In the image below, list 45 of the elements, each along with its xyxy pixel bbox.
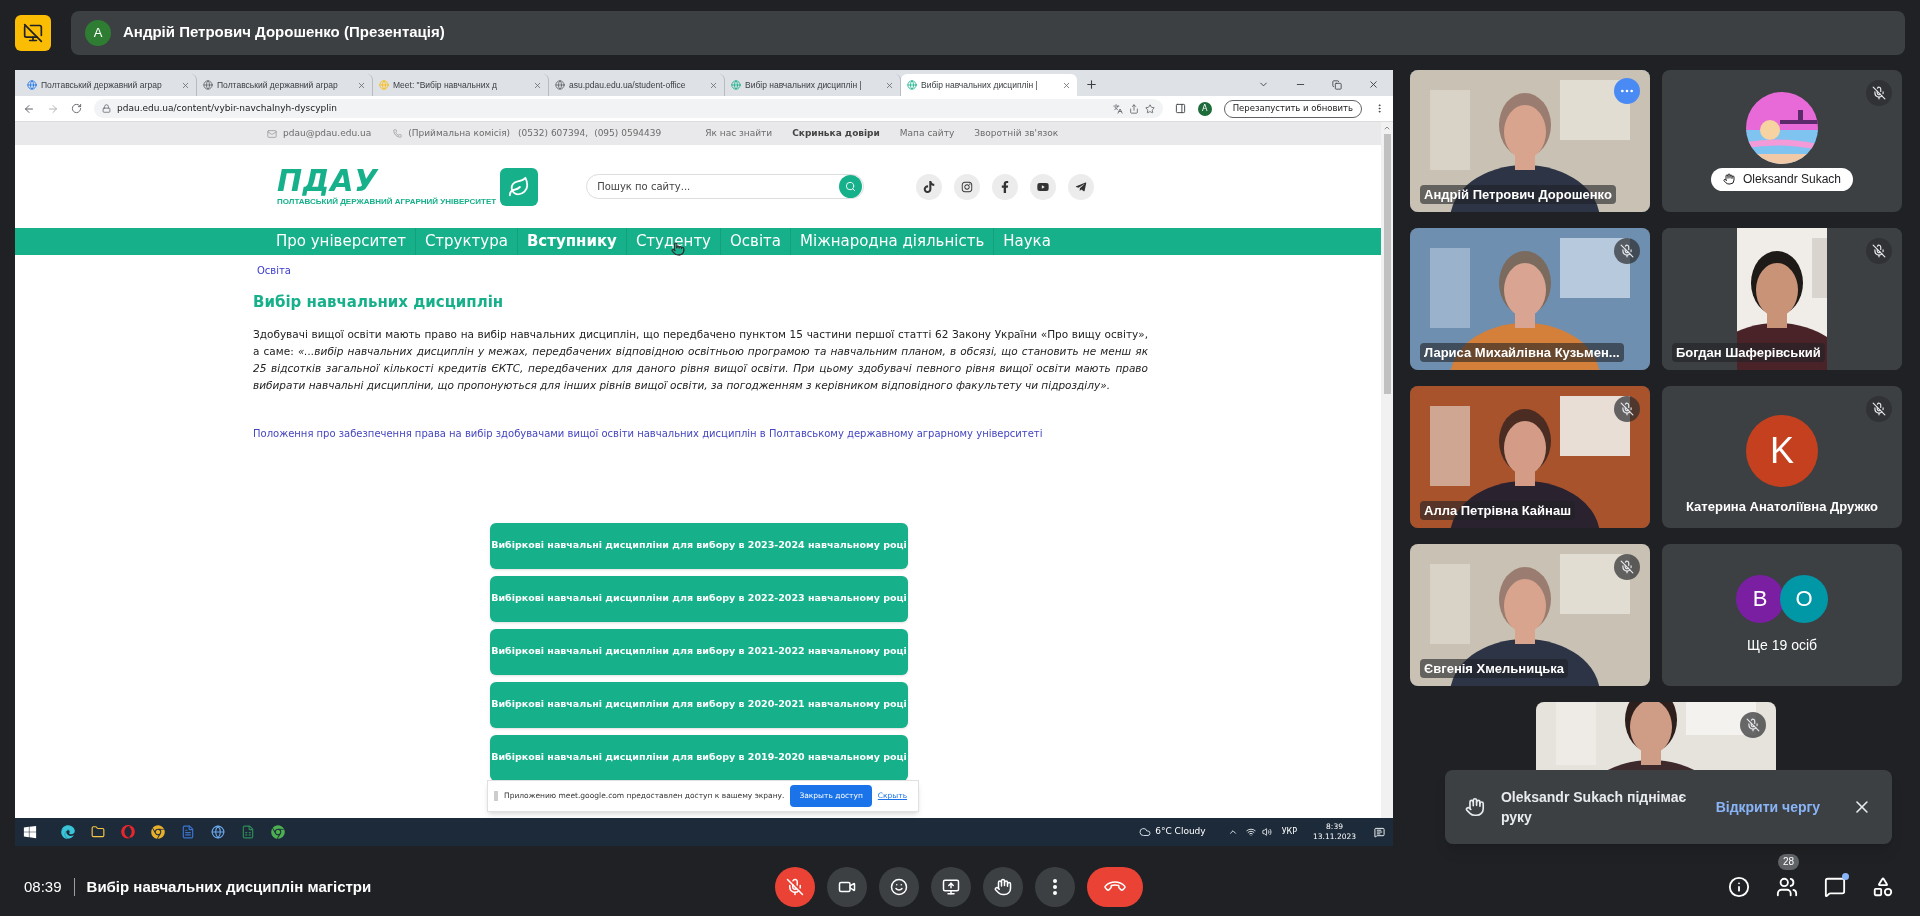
participant-name: Oleksandr Sukach (1742, 171, 1842, 188)
notification-text: Oleksandr Sukach піднімає руку (1500, 788, 1688, 827)
regulation-link[interactable]: Положення про забезпечення права на вибір здобувачами вищої освіти навчальних дисциплін в Полтавському державному аграрному університеті (253, 425, 1148, 441)
people-count-badge: 28 (1778, 854, 1800, 870)
participant-name: Андрій Петрович Дорошенко (1420, 184, 1616, 204)
participant-tile[interactable]: Лариса Михайлівна Кузьмен... (1410, 228, 1650, 370)
participant-name: Богдан Шаферівський (1672, 342, 1825, 362)
page-heading: Вибір навчальних дисциплін (253, 292, 505, 313)
participant-name: Лариса Михайлівна Кузьмен... (1420, 342, 1624, 362)
participant-tile[interactable]: Богдан Шаферівський (1662, 228, 1902, 370)
email-link[interactable]: pdau@pdau.edu.ua (283, 126, 372, 141)
top-link[interactable]: Як нас знайти (705, 126, 773, 141)
search-input[interactable]: Пошук по сайту... (597, 179, 840, 194)
avatar: O (1780, 574, 1828, 623)
participant-tile[interactable]: Андрій Петрович Дорошенко (1410, 70, 1650, 212)
participant-tile[interactable]: Oleksandr Sukach (1662, 70, 1902, 212)
presenter-avatar: А (85, 19, 111, 46)
weather-text[interactable]: 6°C Cloudy (1155, 825, 1206, 839)
intro-paragraph: Здобувачі вищої освіти мають право на вибір навчальних дисциплін, що передбачено пунктом 15 частини першої статті 62 Закону України «Про вищу освіту», а саме: «...вибір навчальних дисциплін у межах, передбачених відповідною освітньою програмою та навчальним планом, в обсязі, що становить не менш як 25 відсотків загальної кількості кредитів ЄКТС, передбачених для даного рівня вищої освіти. При цьому здобувачі певного рівня вищої освіти мають право вибирати навчальні дисципліни, що пропонуються для інших рівнів вищої освіти, за погодженням з керівником відповідного факультету чи підрозділу». (253, 326, 1148, 393)
participant-tile[interactable]: Алла Петрівна Кайнаш (1410, 386, 1650, 528)
avatar: K (1746, 414, 1818, 487)
language-indicator[interactable]: УКР (1281, 826, 1298, 838)
meeting-title: Вибір навчальних дисциплін магістри (86, 876, 372, 897)
profile-avatar[interactable]: A (1197, 101, 1212, 116)
participant-tile[interactable]: B O Ще 19 осіб (1662, 544, 1902, 686)
meeting-time: 08:39 (24, 876, 62, 897)
browser-tab[interactable]: Вибір навчальних дисциплін | (901, 74, 1077, 96)
admissions-label: (Приймальна комісія) (408, 126, 511, 140)
more-participants-label: Ще 19 осіб (1746, 635, 1818, 655)
participant-name: Євгенія Хмельницька (1420, 658, 1568, 678)
breadcrumb-link[interactable]: Освіта (257, 263, 1148, 278)
presenter-label: Андрій Петрович Дорошенко (Презентація) (123, 22, 445, 43)
top-link[interactable]: Скринька довіри (792, 126, 880, 141)
participant-tile[interactable]: Євгенія Хмельницька (1410, 544, 1650, 686)
participant-name: Катерина Анатоліївна Дружко (1686, 497, 1878, 516)
phone-number[interactable]: (095) 0594439 (594, 126, 662, 141)
logo-subtitle: ПОЛТАВСЬКИЙ ДЕРЖАВНИЙ АГРАРНИЙ УНІВЕРСИТЕТ (277, 196, 497, 208)
participant-name: Алла Петрівна Кайнаш (1420, 500, 1575, 520)
avatar: B (1736, 574, 1784, 623)
open-queue-button[interactable]: Відкрити чергу (1715, 796, 1821, 818)
participant-tile[interactable]: K Катерина Анатоліївна Дружко (1662, 386, 1902, 528)
address-field[interactable]: pdau.edu.ua/content/vybir-navchalnyh-dyscyplin (94, 99, 1163, 118)
top-link[interactable]: Зворотній зв'язок (974, 126, 1059, 141)
top-link[interactable]: Мапа сайту (899, 126, 955, 141)
phone-number[interactable]: (0532) 607394, (518, 126, 589, 141)
